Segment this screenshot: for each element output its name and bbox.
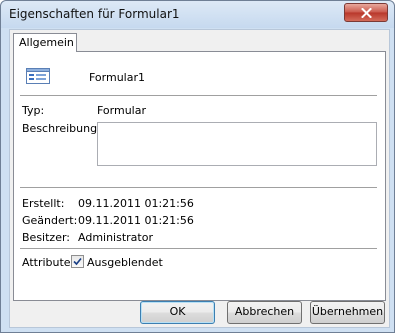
separator	[20, 187, 377, 188]
separator	[20, 95, 377, 96]
dialog-body: Allgemein Formular1 Typ: Formular Beschr…	[9, 29, 390, 328]
form-icon	[26, 68, 50, 84]
owner-label: Besitzer:	[22, 231, 70, 244]
created-value: 09.11.2011 01:21:56	[78, 197, 194, 210]
object-name: Formular1	[89, 71, 145, 84]
close-icon	[360, 7, 372, 18]
description-label: Beschreibung:	[22, 122, 101, 135]
modified-value: 09.11.2011 01:21:56	[78, 214, 194, 227]
type-value: Formular	[97, 104, 147, 117]
tab-allgemein[interactable]: Allgemein	[13, 33, 77, 52]
title-bar[interactable]: Eigenschaften für Formular1	[1, 1, 394, 28]
owner-value: Administrator	[78, 231, 153, 244]
description-field[interactable]	[97, 122, 377, 166]
close-button[interactable]	[344, 3, 388, 22]
properties-dialog: Eigenschaften für Formular1 Allgemein Fo…	[0, 0, 395, 333]
modified-label: Geändert:	[22, 214, 78, 227]
general-panel: Formular1 Typ: Formular Beschreibung: Er…	[13, 51, 386, 301]
hidden-checkbox[interactable]	[71, 255, 84, 268]
attributes-label: Attribute:	[22, 256, 75, 269]
type-label: Typ:	[22, 104, 45, 117]
checkmark-icon	[73, 257, 82, 266]
separator	[20, 248, 377, 249]
tab-label: Allgemein	[19, 36, 74, 49]
cancel-button[interactable]: Abbrechen	[227, 301, 302, 324]
window-title: Eigenschaften für Formular1	[9, 7, 180, 21]
hidden-checkbox-label[interactable]: Ausgeblendet	[87, 256, 163, 269]
apply-button[interactable]: Übernehmen	[310, 301, 385, 324]
created-label: Erstellt:	[22, 197, 65, 210]
ok-button[interactable]: OK	[140, 301, 215, 324]
